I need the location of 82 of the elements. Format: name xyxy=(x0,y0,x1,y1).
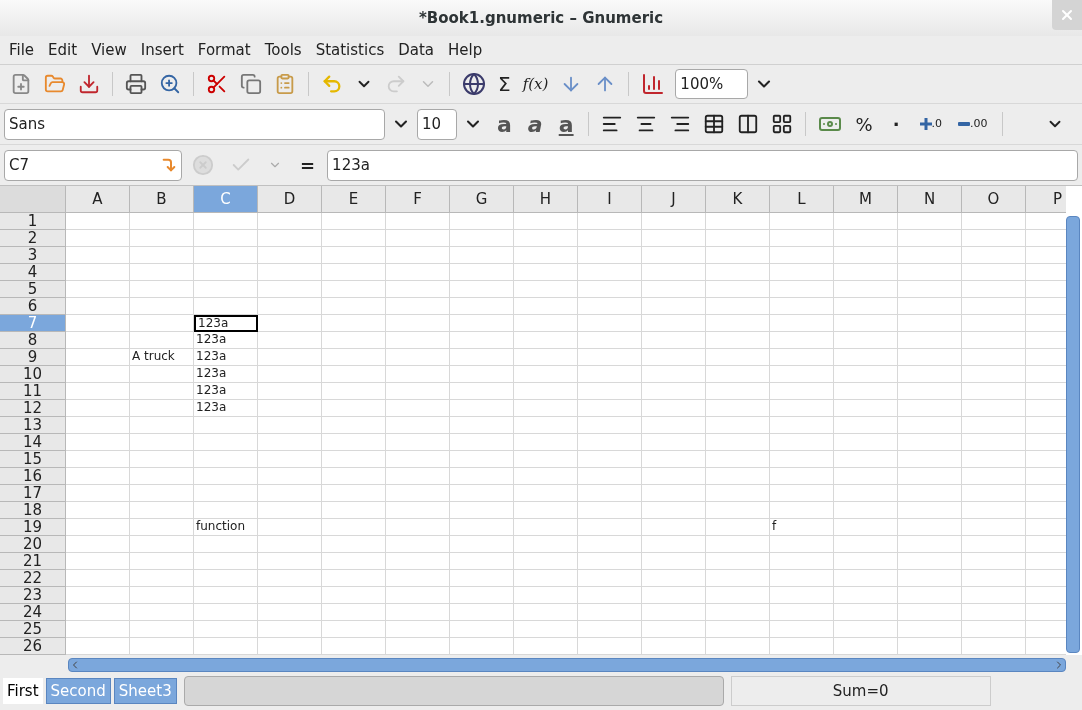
menu-item[interactable]: File xyxy=(2,38,42,62)
menu-item[interactable]: Format xyxy=(190,38,258,62)
formula-field[interactable]: 123a xyxy=(327,149,1078,181)
row-header[interactable]: 11 xyxy=(0,383,66,400)
sum-status: Sum=0 xyxy=(730,676,991,706)
bold-button[interactable]: a xyxy=(489,108,520,140)
row-header[interactable]: 13 xyxy=(0,417,66,434)
table-cell[interactable]: 123a xyxy=(194,349,258,366)
underline-button[interactable]: a xyxy=(550,108,582,140)
table-cell[interactable]: function xyxy=(194,519,258,536)
menu-item[interactable]: Insert xyxy=(133,38,191,62)
vertical-scrollbar[interactable] xyxy=(1066,216,1080,653)
row-header[interactable]: 18 xyxy=(0,502,66,519)
row-header[interactable]: 19 xyxy=(0,519,66,536)
menu-item[interactable]: Help xyxy=(441,38,490,62)
row-header[interactable]: 20 xyxy=(0,536,66,553)
row-header[interactable]: 14 xyxy=(0,434,66,451)
row-header[interactable]: 16 xyxy=(0,468,66,485)
sheet-tab[interactable]: First xyxy=(3,678,43,704)
zoom-field[interactable]: 100% xyxy=(675,69,749,99)
column-header[interactable]: K xyxy=(706,186,770,213)
table-cell[interactable]: 123a xyxy=(194,383,258,400)
percent-button[interactable]: % xyxy=(847,108,881,140)
italic-button[interactable]: a xyxy=(519,108,551,140)
column-header[interactable]: L xyxy=(770,186,834,213)
table-cell[interactable]: A truck xyxy=(130,349,194,366)
row-header[interactable]: 6 xyxy=(0,298,66,315)
row-header[interactable]: 3 xyxy=(0,247,66,264)
menu-item[interactable]: View xyxy=(84,38,134,62)
column-header[interactable]: N xyxy=(898,186,962,213)
menu-item[interactable]: Statistics xyxy=(308,38,392,62)
equals-sign: = xyxy=(299,153,317,178)
row-header[interactable]: 9 xyxy=(0,349,66,366)
row-header[interactable]: 26 xyxy=(0,638,66,655)
close-icon xyxy=(1059,7,1075,23)
row-header[interactable]: 22 xyxy=(0,570,66,587)
row-header[interactable]: 10 xyxy=(0,366,66,383)
column-header[interactable]: D xyxy=(258,186,322,213)
row-header[interactable]: 12 xyxy=(0,400,66,417)
sum-button[interactable]: Σ xyxy=(492,68,517,100)
column-header[interactable]: O xyxy=(962,186,1026,213)
table-cell[interactable]: f xyxy=(770,519,834,536)
function-button[interactable]: f(x) xyxy=(516,68,555,100)
row-header[interactable]: 8 xyxy=(0,332,66,349)
jump-arrow-icon[interactable] xyxy=(161,157,177,173)
table-cell[interactable]: 123a xyxy=(194,400,258,417)
row-header[interactable]: 23 xyxy=(0,587,66,604)
horizontal-scrollbar[interactable] xyxy=(68,658,1066,672)
add-decimal-button[interactable]: .0 xyxy=(911,108,951,140)
column-header[interactable]: I xyxy=(578,186,642,213)
row-header[interactable]: 4 xyxy=(0,264,66,281)
column-header[interactable]: A xyxy=(66,186,130,213)
row-header[interactable]: 17 xyxy=(0,485,66,502)
row-header[interactable]: 5 xyxy=(0,281,66,298)
plus-icon xyxy=(919,118,932,130)
window-title: *Book1.gnumeric – Gnumeric xyxy=(418,7,664,29)
menu-item[interactable]: Edit xyxy=(41,38,85,62)
menu-item[interactable]: Data xyxy=(391,38,442,62)
row-header[interactable]: 21 xyxy=(0,553,66,570)
cell-reference-field[interactable]: C7 xyxy=(4,149,182,181)
column-header[interactable]: M xyxy=(834,186,898,213)
active-cell[interactable]: 123a xyxy=(194,315,258,332)
table-cell[interactable]: 123a xyxy=(194,366,258,383)
column-header[interactable]: B xyxy=(130,186,194,213)
row-header[interactable]: 24 xyxy=(0,604,66,621)
column-header[interactable]: H xyxy=(514,186,578,213)
table-cell[interactable]: 123a xyxy=(194,332,258,349)
menu-item[interactable]: Tools xyxy=(257,38,309,62)
row-header[interactable]: 1 xyxy=(0,213,66,230)
row-header[interactable]: 15 xyxy=(0,451,66,468)
column-header[interactable]: G xyxy=(450,186,514,213)
font-size-field[interactable]: 10 xyxy=(417,108,457,140)
row-header[interactable]: 25 xyxy=(0,621,66,638)
column-header[interactable]: J xyxy=(642,186,706,213)
thousands-button[interactable]: · xyxy=(880,108,912,140)
row-header[interactable]: 2 xyxy=(0,230,66,247)
column-header[interactable]: E xyxy=(322,186,386,213)
minus-icon xyxy=(958,122,971,126)
column-header[interactable]: P xyxy=(1026,186,1066,213)
remove-decimal-button[interactable]: .00 xyxy=(950,108,996,140)
font-field[interactable]: Sans xyxy=(4,108,385,140)
column-header[interactable]: F xyxy=(386,186,450,213)
